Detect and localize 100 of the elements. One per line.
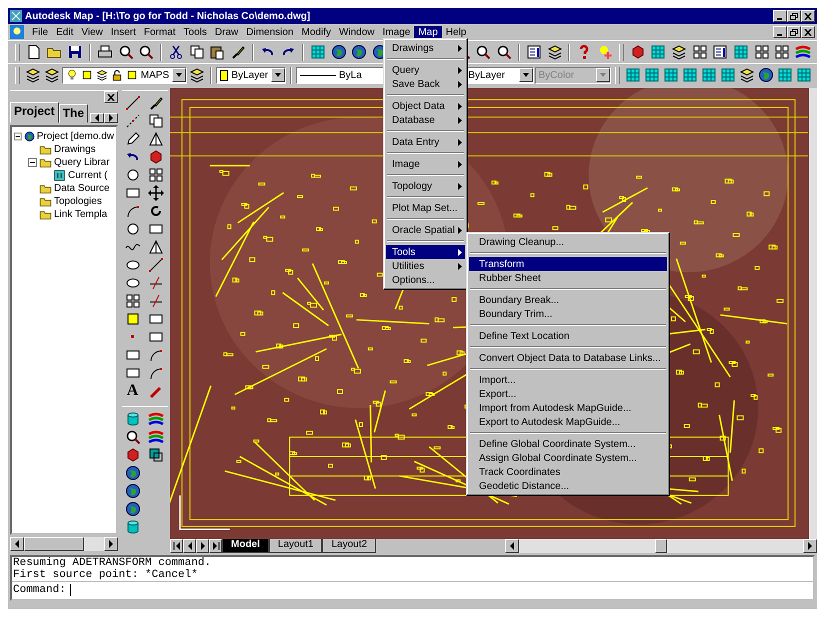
- menu-item[interactable]: Export to Autodesk MapGuide...: [469, 415, 667, 429]
- minimize-button[interactable]: [773, 26, 787, 38]
- menu-item[interactable]: Map: [414, 26, 442, 38]
- menu-item[interactable]: Geodetic Distance...: [469, 479, 667, 493]
- layout-tab[interactable]: Model: [222, 539, 269, 553]
- layers-icon: [670, 44, 687, 60]
- left-arrow-icon[interactable]: [186, 542, 194, 550]
- grid-icon: [732, 44, 749, 60]
- menu-item[interactable]: Drawing Cleanup...: [469, 235, 667, 249]
- menu-item[interactable]: Image: [386, 157, 465, 171]
- menu-item[interactable]: Track Coordinates: [469, 465, 667, 479]
- four-squares-icon: [754, 44, 770, 60]
- menu-item[interactable]: View: [77, 26, 107, 38]
- minimize-button[interactable]: [773, 10, 787, 22]
- tree-item[interactable]: Link Templa: [54, 209, 108, 220]
- scrollbar-thumb[interactable]: [655, 539, 668, 553]
- menu-item[interactable]: Topology: [386, 179, 465, 193]
- tree-item[interactable]: Current (: [68, 170, 108, 181]
- restore-icon: [790, 28, 798, 36]
- magnifier-icon: [138, 44, 154, 60]
- brush-icon: [148, 94, 164, 110]
- menu-item[interactable]: Dimension: [242, 26, 298, 38]
- app-icon: [10, 10, 22, 22]
- horizontal-scrollbar[interactable]: [505, 539, 817, 553]
- grid-icon: [682, 67, 698, 83]
- menu-item[interactable]: Boundary Break...: [469, 293, 667, 307]
- cross-arrows-icon: [148, 184, 164, 200]
- first-page-icon[interactable]: [172, 542, 180, 550]
- menu-item[interactable]: Edit: [52, 26, 78, 38]
- layer-dropdown[interactable]: MAPS: [62, 66, 188, 84]
- dotted-line-icon: [124, 112, 140, 128]
- menu-item[interactable]: Help: [442, 26, 470, 38]
- tree-item[interactable]: Drawings: [54, 144, 96, 155]
- menu-item[interactable]: Plot Map Set...: [386, 201, 465, 215]
- four-squares-icon: [124, 292, 140, 308]
- tree-item[interactable]: Topologies: [54, 196, 102, 207]
- menu-item[interactable]: Assign Global Coordinate System...: [469, 451, 667, 465]
- menu-item[interactable]: Object Data: [386, 99, 465, 113]
- new-page-icon: [26, 44, 42, 60]
- menu-item[interactable]: File: [28, 26, 52, 38]
- window-list-icon: [526, 44, 542, 60]
- tree-item[interactable]: Query Librar: [54, 157, 110, 168]
- collapse-box-icon[interactable]: [14, 132, 22, 141]
- right-arrow-icon[interactable]: [198, 542, 206, 550]
- scrollbar-thumb[interactable]: [24, 537, 84, 551]
- menu-item[interactable]: Convert Object Data to Database Links...: [469, 351, 667, 365]
- color-dropdown[interactable]: ByLayer: [216, 66, 286, 84]
- menu-item[interactable]: Format: [140, 26, 180, 38]
- pencil-icon: [124, 130, 140, 146]
- menu-item[interactable]: Export...: [469, 387, 667, 401]
- menu-item[interactable]: Utilities: [386, 259, 465, 273]
- tree-item[interactable]: Data Source: [54, 183, 110, 194]
- menu-item[interactable]: Data Entry: [386, 135, 465, 149]
- menu-item[interactable]: Draw: [210, 26, 242, 38]
- menu-item[interactable]: Oracle Spatial: [386, 223, 465, 237]
- padlock-icon: [110, 69, 123, 81]
- menu-item[interactable]: Window: [334, 26, 379, 38]
- menu-item[interactable]: Boundary Trim...: [469, 307, 667, 321]
- command-history-line: First source point: *Cancel*: [12, 569, 199, 581]
- grid-icon: [624, 67, 641, 83]
- left-arrow-icon: [94, 114, 100, 122]
- brush-icon: [230, 44, 246, 60]
- menu-item[interactable]: Database: [386, 113, 465, 127]
- menu-item[interactable]: Tools: [180, 26, 211, 38]
- menu-item[interactable]: Drawings: [386, 41, 465, 55]
- scroll-right-button[interactable]: [104, 113, 118, 123]
- text-tool-button[interactable]: A: [122, 382, 142, 400]
- panel-tab[interactable]: The: [58, 104, 88, 123]
- grid-icon: [796, 67, 812, 83]
- horizontal-scrollbar[interactable]: [10, 537, 118, 551]
- scissors-icon: [168, 44, 184, 60]
- menu-item[interactable]: Define Global Coordinate System...: [469, 437, 667, 451]
- layout-tab[interactable]: Layout2: [322, 539, 376, 553]
- close-button[interactable]: [801, 10, 815, 22]
- close-button[interactable]: [104, 91, 118, 103]
- globe-icon: [758, 67, 774, 83]
- menu-item[interactable]: Image: [378, 26, 414, 38]
- menu-item[interactable]: Define Text Location: [469, 329, 667, 343]
- scroll-left-button[interactable]: [90, 113, 104, 123]
- restore-button[interactable]: [787, 26, 801, 38]
- menu-item[interactable]: Import...: [469, 373, 667, 387]
- layers-icon: [546, 44, 563, 60]
- menu-item[interactable]: Tools: [386, 245, 465, 259]
- menu-item[interactable]: Transform: [469, 257, 667, 271]
- layout-tab[interactable]: Layout1: [268, 539, 322, 553]
- menu-item[interactable]: Modify: [298, 26, 335, 38]
- panel-tab[interactable]: Project: [10, 102, 59, 123]
- layers-icon: [189, 67, 206, 83]
- last-page-icon[interactable]: [212, 542, 220, 550]
- close-button[interactable]: [801, 26, 815, 38]
- restore-icon: [790, 12, 798, 20]
- menu-item[interactable]: Options...: [386, 273, 465, 287]
- overlapping-squares-icon: [148, 446, 164, 462]
- menu-item[interactable]: Rubber Sheet: [469, 271, 667, 285]
- menu-item[interactable]: Import from Autodesk MapGuide...: [469, 401, 667, 415]
- tree-item[interactable]: Project [demo.dw: [36, 131, 114, 142]
- restore-button[interactable]: [787, 10, 801, 22]
- collapse-box-icon[interactable]: [28, 158, 37, 167]
- window-list-icon: [712, 44, 728, 60]
- menu-item[interactable]: Insert: [106, 26, 140, 38]
